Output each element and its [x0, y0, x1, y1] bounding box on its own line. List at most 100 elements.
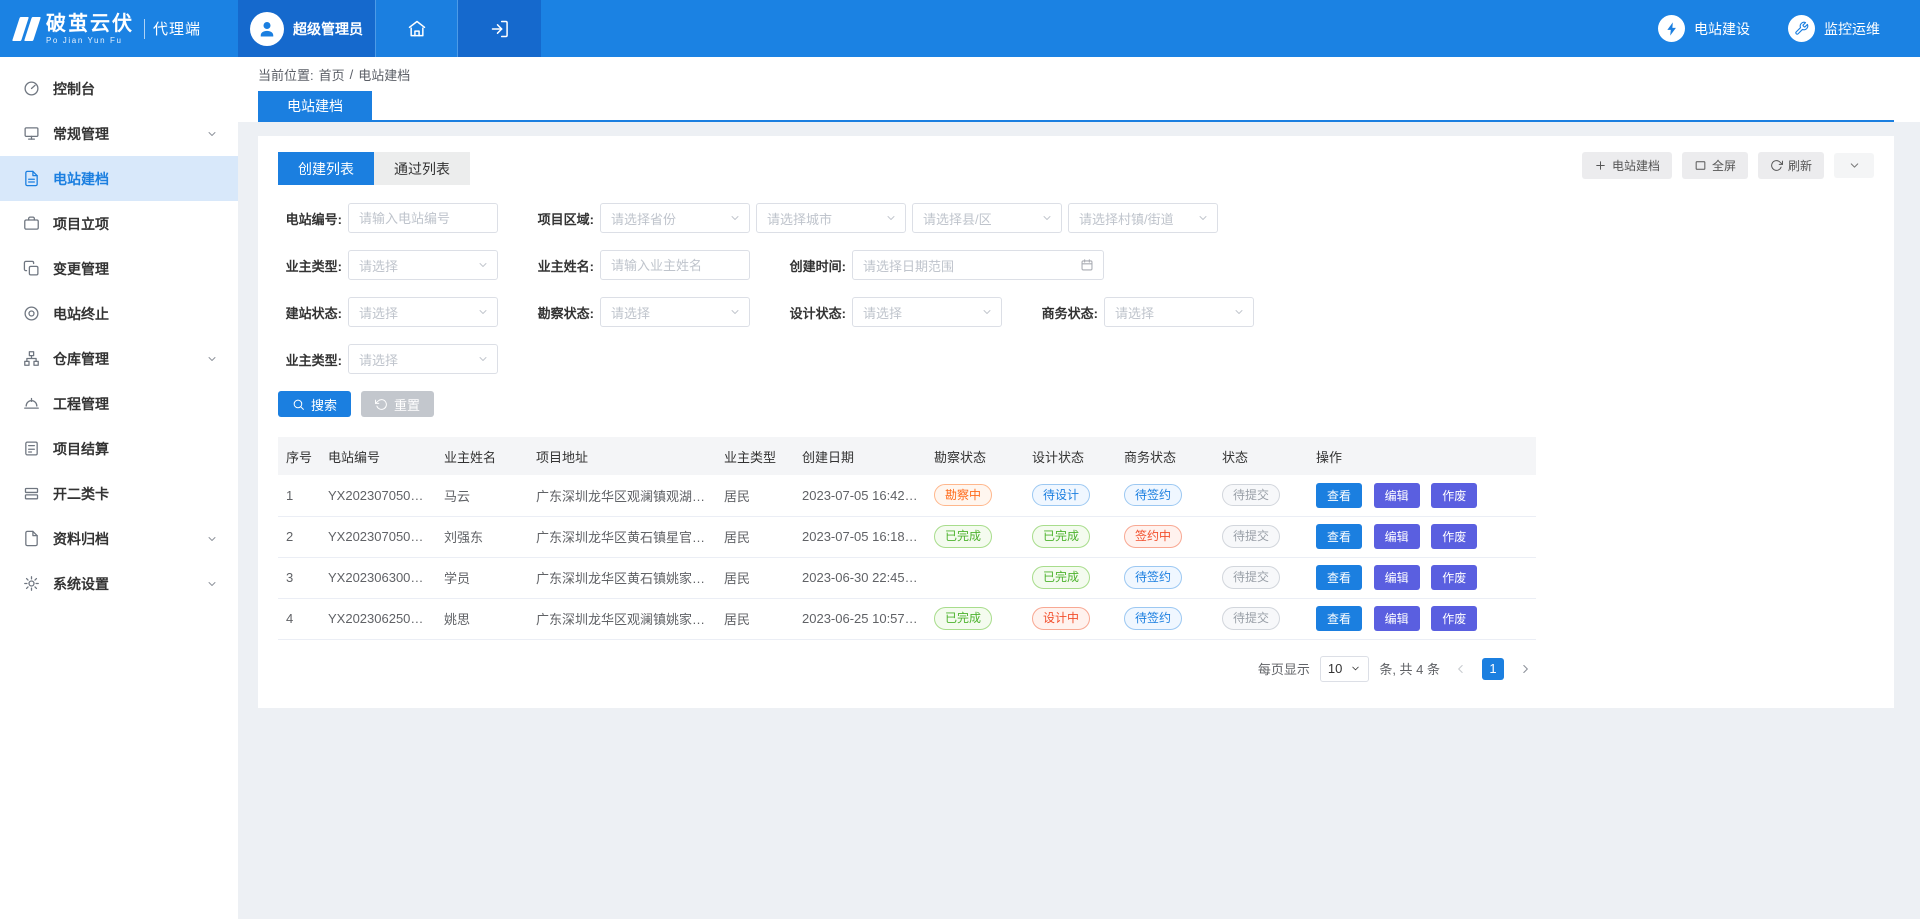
view-button[interactable]: 查看	[1316, 483, 1362, 508]
page-tab-station-filing[interactable]: 电站建档	[258, 91, 372, 120]
col-design-status: 设计状态	[1024, 437, 1116, 475]
cell-project-address: 广东深圳龙华区观澜镇观湖路...	[528, 475, 716, 516]
per-page-value: 10	[1328, 661, 1342, 676]
breadcrumb-home-link[interactable]: 首页	[319, 65, 345, 84]
nav-monitoring-ops[interactable]: 监控运维	[1788, 15, 1880, 42]
cell-station-code: YX2023070500010	[320, 516, 436, 557]
calendar-icon[interactable]	[1080, 258, 1094, 272]
cell-project-address: 广东深圳龙华区黄石镇姚家庄...	[528, 557, 716, 598]
home-button[interactable]	[375, 0, 458, 57]
helmet-icon	[23, 395, 40, 412]
date-range-input[interactable]: 请选择日期范围	[852, 250, 1104, 280]
void-button[interactable]: 作废	[1431, 524, 1477, 549]
chevron-down-icon	[1848, 159, 1861, 172]
reset-button[interactable]: 重置	[361, 391, 434, 417]
sidebar-item-console[interactable]: 控制台	[0, 66, 238, 111]
sidebar-item-engineering-management[interactable]: 工程管理	[0, 381, 238, 426]
tab-passed-list[interactable]: 通过列表	[374, 152, 470, 185]
fullscreen-button[interactable]: 全屏	[1682, 152, 1748, 179]
city-select[interactable]: 请选择城市	[756, 203, 906, 233]
user-menu[interactable]: 超级管理员	[238, 0, 375, 57]
view-button[interactable]: 查看	[1316, 606, 1362, 631]
cell-project-address: 广东深圳龙华区观澜镇姚家庄...	[528, 598, 716, 639]
sidebar-item-label: 控制台	[53, 79, 95, 99]
design-status-badge: 待设计	[1032, 484, 1090, 506]
stations-table: 序号 电站编号 业主姓名 项目地址 业主类型 创建日期 勘察状态 设计状态 商务…	[278, 437, 1536, 640]
table-row: 1 YX2023070500011 马云 广东深圳龙华区观澜镇观湖路... 居民…	[278, 475, 1536, 516]
sidebar-item-system-settings[interactable]: 系统设置	[0, 561, 238, 606]
col-business-status: 商务状态	[1116, 437, 1214, 475]
owner-type2-select[interactable]: 请选择	[348, 344, 498, 374]
business-status-select[interactable]: 请选择	[1104, 297, 1254, 327]
void-button[interactable]: 作废	[1431, 565, 1477, 590]
logout-button[interactable]	[458, 0, 541, 57]
survey-status-select[interactable]: 请选择	[600, 297, 750, 327]
station-code-input[interactable]	[348, 203, 498, 233]
edit-button[interactable]: 编辑	[1374, 565, 1420, 590]
page-number-button[interactable]: 1	[1482, 658, 1504, 680]
province-select[interactable]: 请选择省份	[600, 203, 750, 233]
col-actions: 操作	[1308, 437, 1536, 475]
list-tabs: 创建列表 通过列表	[278, 152, 470, 185]
edit-button[interactable]: 编辑	[1374, 483, 1420, 508]
wrench-icon	[1788, 15, 1815, 42]
sidebar-item-station-termination[interactable]: 电站终止	[0, 291, 238, 336]
sidebar-item-general-management[interactable]: 常规管理	[0, 111, 238, 156]
sidebar-item-label: 系统设置	[53, 574, 109, 594]
next-page-button[interactable]	[1514, 658, 1536, 680]
township-select[interactable]: 请选择村镇/街道	[1068, 203, 1218, 233]
per-page-select[interactable]: 10	[1320, 656, 1369, 682]
sidebar-item-change-management[interactable]: 变更管理	[0, 246, 238, 291]
divider	[144, 19, 145, 39]
owner-type-select[interactable]: 请选择	[348, 250, 498, 280]
sidebar-item-project-settlement[interactable]: 项目结算	[0, 426, 238, 471]
business-status-label: 商务状态:	[1034, 303, 1098, 322]
reset-icon	[375, 398, 388, 411]
business-status-badge: 待签约	[1124, 484, 1182, 506]
table-header-row: 序号 电站编号 业主姓名 项目地址 业主类型 创建日期 勘察状态 设计状态 商务…	[278, 437, 1536, 475]
tab-create-list[interactable]: 创建列表	[278, 152, 374, 185]
sidebar-item-warehouse-management[interactable]: 仓库管理	[0, 336, 238, 381]
briefcase-icon	[23, 215, 40, 232]
add-station-filing-button[interactable]: 电站建档	[1582, 152, 1672, 179]
county-select[interactable]: 请选择县/区	[912, 203, 1062, 233]
edit-button[interactable]: 编辑	[1374, 606, 1420, 631]
cell-station-code: YX2023063000009	[320, 557, 436, 598]
sidebar-item-station-filing[interactable]: 电站建档	[0, 156, 238, 201]
plus-icon	[1594, 159, 1607, 172]
build-status-select[interactable]: 请选择	[348, 297, 498, 327]
table-row: 2 YX2023070500010 刘强东 广东深圳龙华区黄石镇星官大... 居…	[278, 516, 1536, 557]
survey-status-badge: 已完成	[934, 525, 992, 547]
survey-status-label: 勘察状态:	[530, 303, 594, 322]
owner-name-input[interactable]	[600, 250, 750, 280]
chevron-down-icon	[206, 533, 218, 545]
sidebar-item-data-archive[interactable]: 资料归档	[0, 516, 238, 561]
view-button[interactable]: 查看	[1316, 565, 1362, 590]
void-button[interactable]: 作废	[1431, 483, 1477, 508]
void-button[interactable]: 作废	[1431, 606, 1477, 631]
brand-logo-icon	[16, 17, 37, 41]
view-button[interactable]: 查看	[1316, 524, 1362, 549]
sidebar-item-project-approval[interactable]: 项目立项	[0, 201, 238, 246]
design-status-select[interactable]: 请选择	[852, 297, 1002, 327]
design-status-badge: 已完成	[1032, 566, 1090, 588]
sidebar-item-label: 常规管理	[53, 124, 109, 144]
prev-page-button[interactable]	[1450, 658, 1472, 680]
brand-name: 破茧云伏	[46, 13, 134, 36]
chevron-down-icon	[206, 578, 218, 590]
edit-button[interactable]: 编辑	[1374, 524, 1420, 549]
chevron-down-icon	[1233, 306, 1245, 318]
cell-index: 4	[278, 598, 320, 639]
table-row: 3 YX2023063000009 学员 广东深圳龙华区黄石镇姚家庄... 居民…	[278, 557, 1536, 598]
cell-owner-type: 居民	[716, 516, 794, 557]
sidebar-item-class2-card[interactable]: 开二类卡	[0, 471, 238, 516]
cell-index: 1	[278, 475, 320, 516]
sidebar-item-label: 电站终止	[53, 304, 109, 324]
search-button[interactable]: 搜索	[278, 391, 351, 417]
cell-owner-type: 居民	[716, 598, 794, 639]
nav-station-construction[interactable]: 电站建设	[1658, 15, 1750, 42]
design-status-badge: 设计中	[1032, 607, 1090, 629]
collapse-toolbar-button[interactable]	[1834, 153, 1874, 178]
gear-icon	[23, 575, 40, 592]
refresh-button[interactable]: 刷新	[1758, 152, 1824, 179]
